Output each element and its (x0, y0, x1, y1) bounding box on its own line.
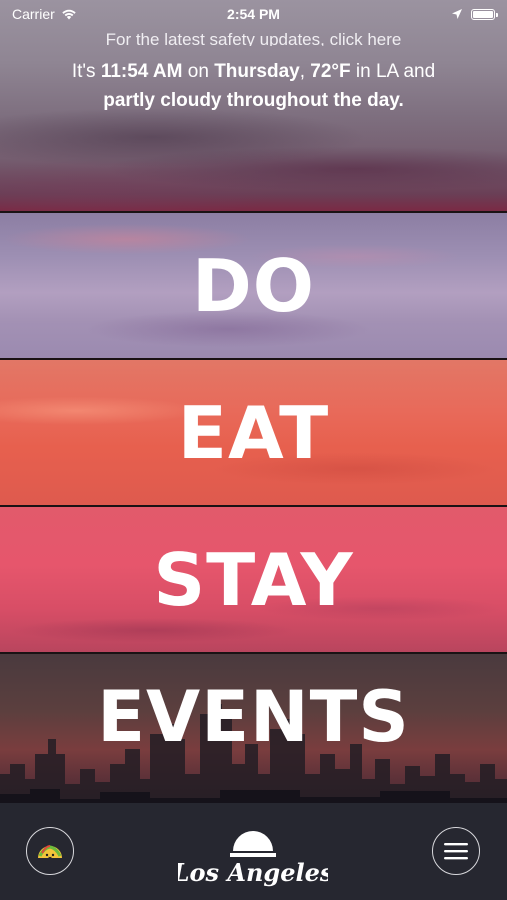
menu-item-stay[interactable]: STAY (0, 507, 507, 652)
taco-icon (38, 845, 62, 859)
safety-updates-link[interactable]: For the latest safety updates, click her… (0, 28, 507, 46)
wifi-icon (62, 9, 76, 20)
menu-item-eat[interactable]: EAT (0, 360, 507, 505)
status-time: 2:54 PM (227, 6, 280, 22)
divider (0, 652, 507, 654)
divider (0, 211, 507, 213)
menu-item-do[interactable]: DO (0, 213, 507, 358)
menu-item-events[interactable]: EVENTS (0, 654, 507, 814)
los-angeles-logo[interactable]: Los Angeles (178, 823, 328, 893)
hamburger-menu-icon (444, 843, 468, 860)
carrier-label: Carrier (12, 6, 55, 22)
menu-item-do-label: DO (192, 243, 315, 328)
bottom-nav-bar: Los Angeles (0, 803, 507, 900)
divider (0, 505, 507, 507)
weather-temperature: 72°F (310, 61, 351, 82)
menu-item-events-label: EVENTS (97, 676, 410, 758)
weather-day: Thursday (214, 61, 300, 82)
menu-item-stay-label: STAY (153, 537, 354, 622)
weather-conditions: partly cloudy throughout the day. (103, 90, 404, 111)
weather-header: For the latest safety updates, click her… (0, 0, 507, 211)
logo-text: Los Angeles (178, 858, 328, 887)
menu-button[interactable] (432, 827, 480, 875)
status-bar: Carrier 2:54 PM (0, 0, 507, 28)
weather-summary: It's 11:54 AM on Thursday, 72°F in LA an… (71, 61, 436, 111)
menu-item-eat-label: EAT (177, 390, 330, 475)
weather-time: 11:54 AM (100, 61, 183, 82)
divider (0, 358, 507, 360)
taco-button[interactable] (26, 827, 74, 875)
battery-icon (471, 8, 498, 20)
location-arrow-icon (452, 9, 462, 19)
